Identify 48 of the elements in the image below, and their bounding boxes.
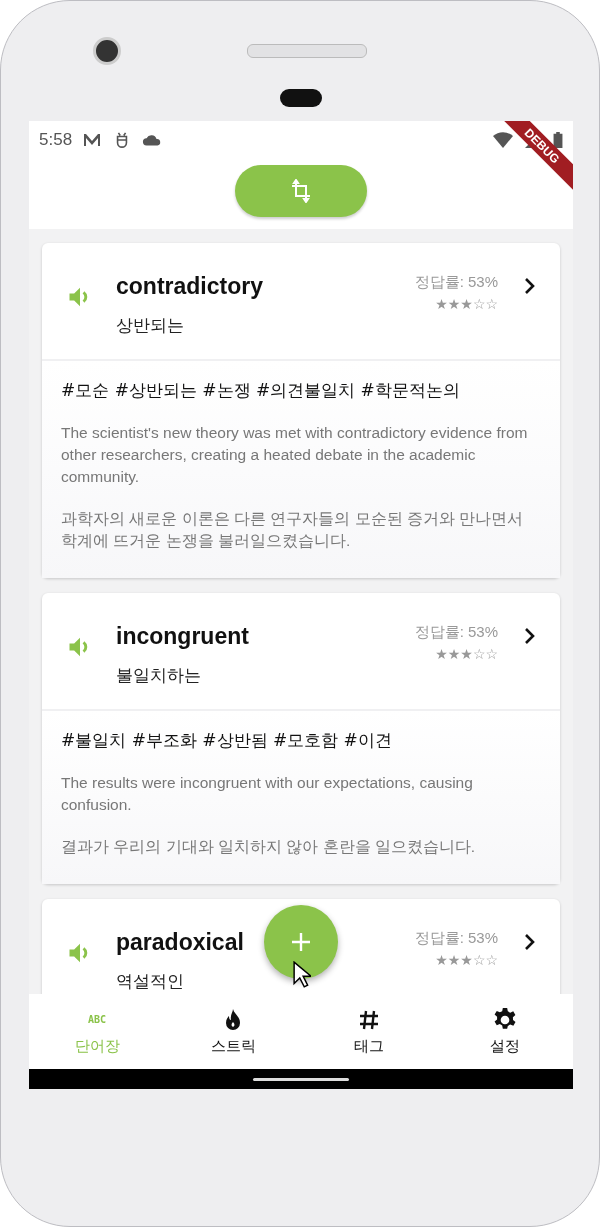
- wifi-icon: [493, 132, 513, 148]
- word-title: contradictory: [116, 272, 263, 301]
- filled-star-icon: ★: [447, 952, 461, 968]
- nav-tab[interactable]: 설정: [437, 994, 573, 1069]
- mouse-cursor-icon: [293, 961, 311, 988]
- chevron-right-icon[interactable]: [524, 933, 536, 951]
- empty-star-icon: ☆: [472, 296, 486, 312]
- empty-star-icon: ☆: [485, 296, 498, 312]
- word-title: paradoxical: [116, 928, 244, 957]
- example-translation: 결과가 우리의 기대와 일치하지 않아 혼란을 일으켰습니다.: [61, 837, 477, 857]
- word-meaning: 상반되는: [116, 314, 184, 337]
- crop-icon: [289, 179, 313, 203]
- empty-star-icon: ☆: [472, 952, 486, 968]
- filled-star-icon: ★: [435, 296, 448, 312]
- example-sentence: The results were incongruent with our expectations, causing confusion.: [61, 773, 474, 815]
- camera-lens: [93, 37, 121, 65]
- filled-star-icon: ★: [435, 646, 448, 662]
- accuracy-label: 정답률: 53%: [414, 929, 498, 948]
- empty-star-icon: ☆: [472, 646, 486, 662]
- nav-tab[interactable]: 태그: [301, 994, 437, 1069]
- empty-star-icon: ☆: [485, 646, 498, 662]
- tag-list: #모순 #상반되는 #논쟁 #의견불일치 #학문적논의: [61, 379, 541, 402]
- plus-icon: [289, 930, 313, 954]
- abc-icon: ABC: [87, 1007, 107, 1033]
- word-meaning: 불일치하는: [116, 664, 201, 687]
- filled-star-icon: ★: [460, 646, 473, 662]
- nav-tab[interactable]: 스트릭: [165, 994, 301, 1069]
- status-time: 5:58: [39, 130, 73, 150]
- filled-star-icon: ★: [447, 646, 461, 662]
- cloud-icon: [142, 132, 163, 148]
- filled-star-icon: ★: [435, 952, 448, 968]
- example-translation: 과학자의 새로운 이론은 다른 연구자들의 모순된 증거와 만나면서 학계에 뜨거운 논쟁을 불러일으켰습니다.: [61, 509, 525, 551]
- accuracy-label: 정답률: 53%: [414, 623, 498, 642]
- crop-button[interactable]: [235, 165, 367, 217]
- filled-star-icon: ★: [447, 296, 461, 312]
- mail-icon: [82, 132, 103, 148]
- example-sentence: The scientist's new theory was met with contradictory evidence from other researchers, creating a heated debate in the academic community.: [61, 423, 529, 487]
- word-title: incongruent: [116, 622, 249, 651]
- chevron-right-icon[interactable]: [524, 627, 536, 645]
- sensor: [280, 89, 322, 107]
- chevron-right-icon[interactable]: [524, 277, 536, 295]
- filled-star-icon: ★: [460, 952, 473, 968]
- empty-star-icon: ☆: [485, 952, 498, 968]
- tag-list: #불일치 #부조화 #상반됨 #모호함 #이견: [61, 729, 541, 752]
- accuracy-label: 정답률: 53%: [414, 273, 498, 292]
- filled-star-icon: ★: [460, 296, 473, 312]
- hashtag-icon: [357, 1008, 381, 1032]
- word-meaning: 역설적인: [116, 970, 184, 993]
